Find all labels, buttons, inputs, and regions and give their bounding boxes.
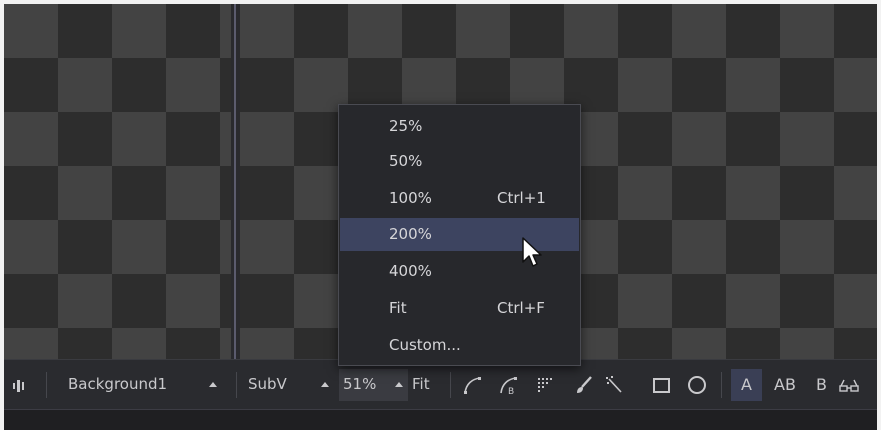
channel-ab-button[interactable]: AB bbox=[774, 375, 796, 394]
fit-button[interactable]: Fit bbox=[412, 375, 430, 393]
zoom-menu: 25% 50% 100% Ctrl+1 200% 400% Fit Ctrl+F… bbox=[338, 104, 581, 366]
rectangle-mask-icon[interactable] bbox=[650, 374, 672, 396]
subview-dropdown-arrow[interactable] bbox=[321, 382, 329, 387]
menu-item-label: 200% bbox=[389, 225, 432, 243]
viewer-window: Background1 SubV 51% Fit B A AB B 25% 50… bbox=[0, 0, 881, 430]
stereo-glasses-icon[interactable] bbox=[838, 374, 860, 396]
menu-item-fit[interactable]: Fit Ctrl+F bbox=[340, 292, 579, 325]
bspline-mask-icon[interactable]: B bbox=[498, 374, 520, 397]
menu-item-100[interactable]: 100% Ctrl+1 bbox=[340, 182, 579, 215]
menu-item-shortcut: Ctrl+1 bbox=[497, 189, 546, 207]
menu-item-50[interactable]: 50% bbox=[340, 145, 579, 178]
mouse-cursor-icon bbox=[522, 237, 542, 267]
background-selector-label[interactable]: Background1 bbox=[68, 375, 167, 393]
menu-item-label: 25% bbox=[389, 117, 423, 135]
menu-item-shortcut: Ctrl+F bbox=[497, 299, 545, 317]
toolbar-separator bbox=[450, 372, 451, 398]
channel-a-button[interactable]: A bbox=[741, 375, 752, 394]
menu-item-label: Custom... bbox=[389, 336, 461, 354]
subview-button[interactable]: SubV bbox=[248, 375, 287, 393]
menu-item-label: Fit bbox=[389, 299, 407, 317]
background-dropdown-arrow[interactable] bbox=[209, 382, 217, 387]
viewer-toolbar: Background1 SubV 51% Fit B A AB B bbox=[4, 359, 877, 409]
toolbar-separator bbox=[236, 372, 237, 398]
menu-item-custom[interactable]: Custom... bbox=[340, 329, 579, 362]
histogram-icon[interactable] bbox=[10, 374, 32, 396]
polygon-mask-icon[interactable] bbox=[462, 374, 484, 396]
left-viewer[interactable] bbox=[4, 4, 231, 359]
menu-item-label: 100% bbox=[389, 189, 432, 207]
zoom-value[interactable]: 51% bbox=[343, 375, 376, 393]
paint-brush-icon[interactable] bbox=[573, 374, 595, 396]
bitmap-mask-icon[interactable] bbox=[535, 374, 557, 396]
viewer-splitter[interactable] bbox=[231, 4, 240, 359]
zoom-dropdown-arrow[interactable] bbox=[395, 382, 403, 387]
magic-wand-icon[interactable] bbox=[604, 374, 626, 396]
menu-item-25[interactable]: 25% bbox=[340, 110, 579, 143]
menu-item-label: 50% bbox=[389, 152, 423, 170]
channel-b-button[interactable]: B bbox=[816, 375, 827, 394]
menu-item-label: 400% bbox=[389, 262, 432, 280]
status-strip bbox=[4, 409, 877, 430]
toolbar-separator bbox=[46, 372, 47, 398]
toolbar-separator bbox=[721, 372, 722, 398]
svg-text:B: B bbox=[508, 387, 514, 396]
ellipse-mask-icon[interactable] bbox=[686, 374, 708, 396]
